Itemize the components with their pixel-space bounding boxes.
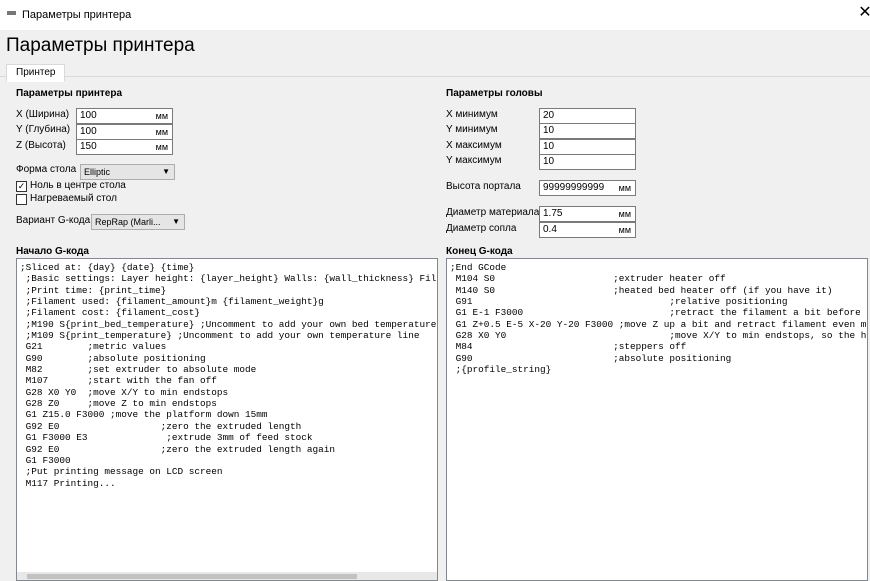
material-diameter-value: 1.75 — [543, 208, 563, 219]
y-max-field[interactable]: 10 — [539, 154, 636, 170]
x-max-value: 10 — [543, 141, 555, 152]
app-icon — [7, 11, 16, 15]
unchecked-box-icon — [16, 194, 27, 205]
y-depth-field[interactable]: 100 мм — [76, 124, 173, 140]
tab-printer[interactable]: Принтер — [6, 64, 66, 82]
x-width-unit: мм — [155, 111, 168, 121]
y-max-value: 10 — [543, 156, 555, 167]
y-min-value: 10 — [543, 125, 555, 136]
gcode-flavor-label: Вариант G-кода — [16, 215, 91, 226]
x-width-field[interactable]: 100 мм — [76, 108, 173, 124]
y-depth-value: 100 — [80, 126, 97, 137]
title-bar: Параметры принтера ✕ — [0, 0, 870, 30]
x-max-field[interactable]: 10 — [539, 139, 636, 155]
zero-center-label: Ноль в центре стола — [30, 180, 126, 191]
x-max-label: X максимум — [446, 140, 502, 151]
x-min-label: X минимум — [446, 109, 498, 120]
bed-shape-value: Elliptic — [84, 167, 111, 177]
head-params-title: Параметры головы — [446, 88, 543, 99]
material-diameter-field[interactable]: 1.75 мм — [539, 206, 636, 222]
z-height-field[interactable]: 150 мм — [76, 139, 173, 155]
z-height-unit: мм — [155, 142, 168, 152]
close-icon[interactable]: ✕ — [858, 5, 870, 21]
z-height-label: Z (Высота) — [16, 140, 66, 151]
chevron-down-icon: ▼ — [172, 217, 180, 226]
end-gcode-text[interactable]: ;End GCode M104 S0 ;extruder heater off … — [447, 259, 867, 375]
nozzle-diameter-field[interactable]: 0.4 мм — [539, 222, 636, 238]
page-title: Параметры принтера — [6, 35, 195, 56]
gantry-height-value: 99999999999 — [543, 182, 605, 193]
x-min-value: 20 — [543, 110, 555, 121]
x-width-label: X (Ширина) — [16, 109, 70, 120]
start-gcode-title: Начало G-кода — [16, 246, 89, 257]
x-min-field[interactable]: 20 — [539, 108, 636, 124]
y-min-label: Y минимум — [446, 124, 498, 135]
tab-content: Параметры принтера X (Ширина) 100 мм Y (… — [0, 76, 870, 581]
gantry-height-label: Высота портала — [446, 181, 521, 192]
bed-shape-label: Форма стола — [16, 164, 77, 175]
printer-settings-panel: Параметры принтера X (Ширина) 100 мм Y (… — [0, 77, 870, 581]
start-gcode-editor[interactable]: ;Sliced at: {day} {date} {time} ;Basic s… — [16, 258, 438, 581]
scrollbar-thumb[interactable] — [27, 574, 357, 579]
chevron-down-icon: ▼ — [162, 167, 170, 176]
printer-params-title: Параметры принтера — [16, 88, 123, 99]
heated-bed-label: Нагреваемый стол — [30, 193, 117, 204]
y-max-label: Y максимум — [446, 155, 502, 166]
window-title: Параметры принтера — [22, 9, 132, 21]
gcode-flavor-select[interactable]: RepRap (Marli... ▼ — [91, 214, 185, 230]
nozzle-diameter-unit: мм — [618, 225, 631, 235]
material-diameter-unit: мм — [618, 209, 631, 219]
y-depth-unit: мм — [155, 127, 168, 137]
end-gcode-editor[interactable]: ;End GCode M104 S0 ;extruder heater off … — [446, 258, 868, 581]
bed-shape-select[interactable]: Elliptic ▼ — [80, 164, 175, 180]
gantry-height-field[interactable]: 99999999999 мм — [539, 180, 636, 196]
nozzle-diameter-value: 0.4 — [543, 224, 557, 235]
gcode-flavor-value: RepRap (Marli... — [95, 217, 161, 227]
x-width-value: 100 — [80, 110, 97, 121]
y-depth-label: Y (Глубина) — [16, 124, 71, 135]
material-diameter-label: Диаметр материала — [446, 207, 540, 218]
end-gcode-title: Конец G-кода — [446, 246, 513, 257]
y-min-field[interactable]: 10 — [539, 123, 636, 139]
start-gcode-text[interactable]: ;Sliced at: {day} {date} {time} ;Basic s… — [17, 259, 437, 489]
gantry-height-unit: мм — [618, 183, 631, 193]
nozzle-diameter-label: Диаметр сопла — [446, 223, 517, 234]
start-gcode-scrollbar[interactable] — [17, 572, 437, 580]
z-height-value: 150 — [80, 141, 97, 152]
checkmark-icon: ✓ — [16, 181, 27, 192]
